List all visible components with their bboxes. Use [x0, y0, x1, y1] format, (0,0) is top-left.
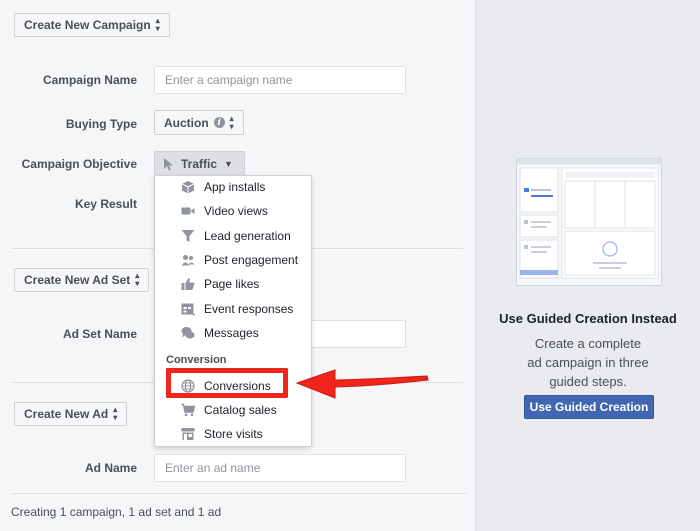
conversions-highlight-box — [166, 368, 288, 398]
campaign-objective-select[interactable]: Traffic ▼ — [154, 151, 245, 176]
key-result-label: Key Result — [74, 197, 137, 211]
buying-type-value: Auction — [164, 115, 209, 130]
guided-creation-title: Use Guided Creation Instead — [499, 311, 677, 326]
guided-creation-illustration-icon — [516, 158, 662, 286]
chevron-down-icon: ▼ — [224, 158, 233, 169]
ad-name-placeholder: Enter an ad name — [165, 461, 261, 475]
ad-name-label: Ad Name — [84, 461, 137, 475]
campaign-name-label: Campaign Name — [42, 73, 137, 87]
menu-item-label: Event responses — [204, 302, 294, 316]
menu-item-label: Catalog sales — [204, 403, 277, 417]
up-down-caret-icon: ▴ ▾ — [155, 16, 160, 33]
guided-creation-description: Create a complete ad campaign in three g… — [527, 336, 649, 389]
quick-creation-panel: Create New Campaign ▴ ▾ Campaign Name Ent… — [0, 0, 476, 531]
create-new-ad-set-label: Create New Ad Set — [24, 273, 131, 287]
menu-item-label: Post engagement — [204, 253, 299, 267]
menu-item-label: App installs — [204, 180, 266, 194]
menu-item-label: Messages — [204, 326, 259, 340]
menu-item-label: Page likes — [204, 277, 260, 291]
menu-item-lead-generation[interactable]: Lead generation — [155, 225, 311, 247]
campaign-objective-menu: App installs Video views Lead generation… — [154, 175, 312, 447]
creation-status: Creating 1 campaign, 1 ad set and 1 ad — [11, 505, 222, 519]
create-new-ad-button[interactable]: Create New Ad ▴ ▾ — [14, 402, 128, 426]
campaign-name-input[interactable]: Enter a campaign name — [154, 66, 406, 94]
section-divider — [11, 493, 466, 494]
thumbs-up-icon — [181, 277, 195, 291]
menu-item-store-visits[interactable]: Store visits — [155, 423, 311, 445]
create-new-campaign-button[interactable]: Create New Campaign ▴ ▾ — [14, 13, 170, 37]
menu-item-label: Video views — [204, 204, 268, 218]
buying-type-select[interactable]: Auction i ▴ ▾ — [154, 110, 244, 135]
store-icon — [181, 427, 195, 441]
menu-item-event-responses[interactable]: Event responses — [155, 298, 311, 320]
info-icon[interactable]: i — [213, 117, 225, 128]
annotation-arrow-icon — [295, 369, 429, 399]
cursor-arrow-icon — [164, 157, 173, 170]
up-down-caret-icon: ▴ ▾ — [135, 271, 140, 288]
campaign-name-placeholder: Enter a campaign name — [165, 73, 293, 87]
up-down-caret-icon: ▴ ▾ — [113, 405, 118, 422]
chat-bubbles-icon — [181, 326, 195, 340]
use-guided-creation-button[interactable]: Use Guided Creation — [524, 395, 654, 419]
create-new-campaign-label: Create New Campaign — [24, 18, 151, 32]
create-new-ad-set-button[interactable]: Create New Ad Set ▴ ▾ — [14, 268, 150, 292]
ad-set-name-label: Ad Set Name — [62, 327, 137, 341]
menu-item-catalog-sales[interactable]: Catalog sales — [155, 399, 311, 421]
ad-name-input[interactable]: Enter an ad name — [154, 454, 406, 482]
campaign-objective-label: Campaign Objective — [21, 157, 137, 171]
menu-item-label: Lead generation — [204, 229, 291, 243]
menu-item-post-engagement[interactable]: Post engagement — [155, 249, 311, 271]
calendar-icon — [181, 302, 195, 316]
cart-icon — [181, 403, 195, 417]
create-new-ad-label: Create New Ad — [24, 407, 109, 421]
buying-type-label: Buying Type — [65, 117, 137, 131]
menu-item-page-likes[interactable]: Page likes — [155, 273, 311, 295]
campaign-objective-value: Traffic — [181, 156, 218, 171]
menu-item-messages[interactable]: Messages — [155, 322, 311, 344]
menu-item-video-views[interactable]: Video views — [155, 200, 311, 222]
menu-group-conversion: Conversion — [166, 354, 227, 366]
menu-item-label: Store visits — [204, 427, 263, 441]
menu-item-app-installs[interactable]: App installs — [155, 176, 311, 198]
video-camera-icon — [181, 204, 195, 218]
people-icon — [181, 253, 195, 267]
box-icon — [181, 180, 195, 194]
up-down-caret-icon: ▴ ▾ — [229, 113, 234, 131]
funnel-icon — [181, 229, 195, 243]
